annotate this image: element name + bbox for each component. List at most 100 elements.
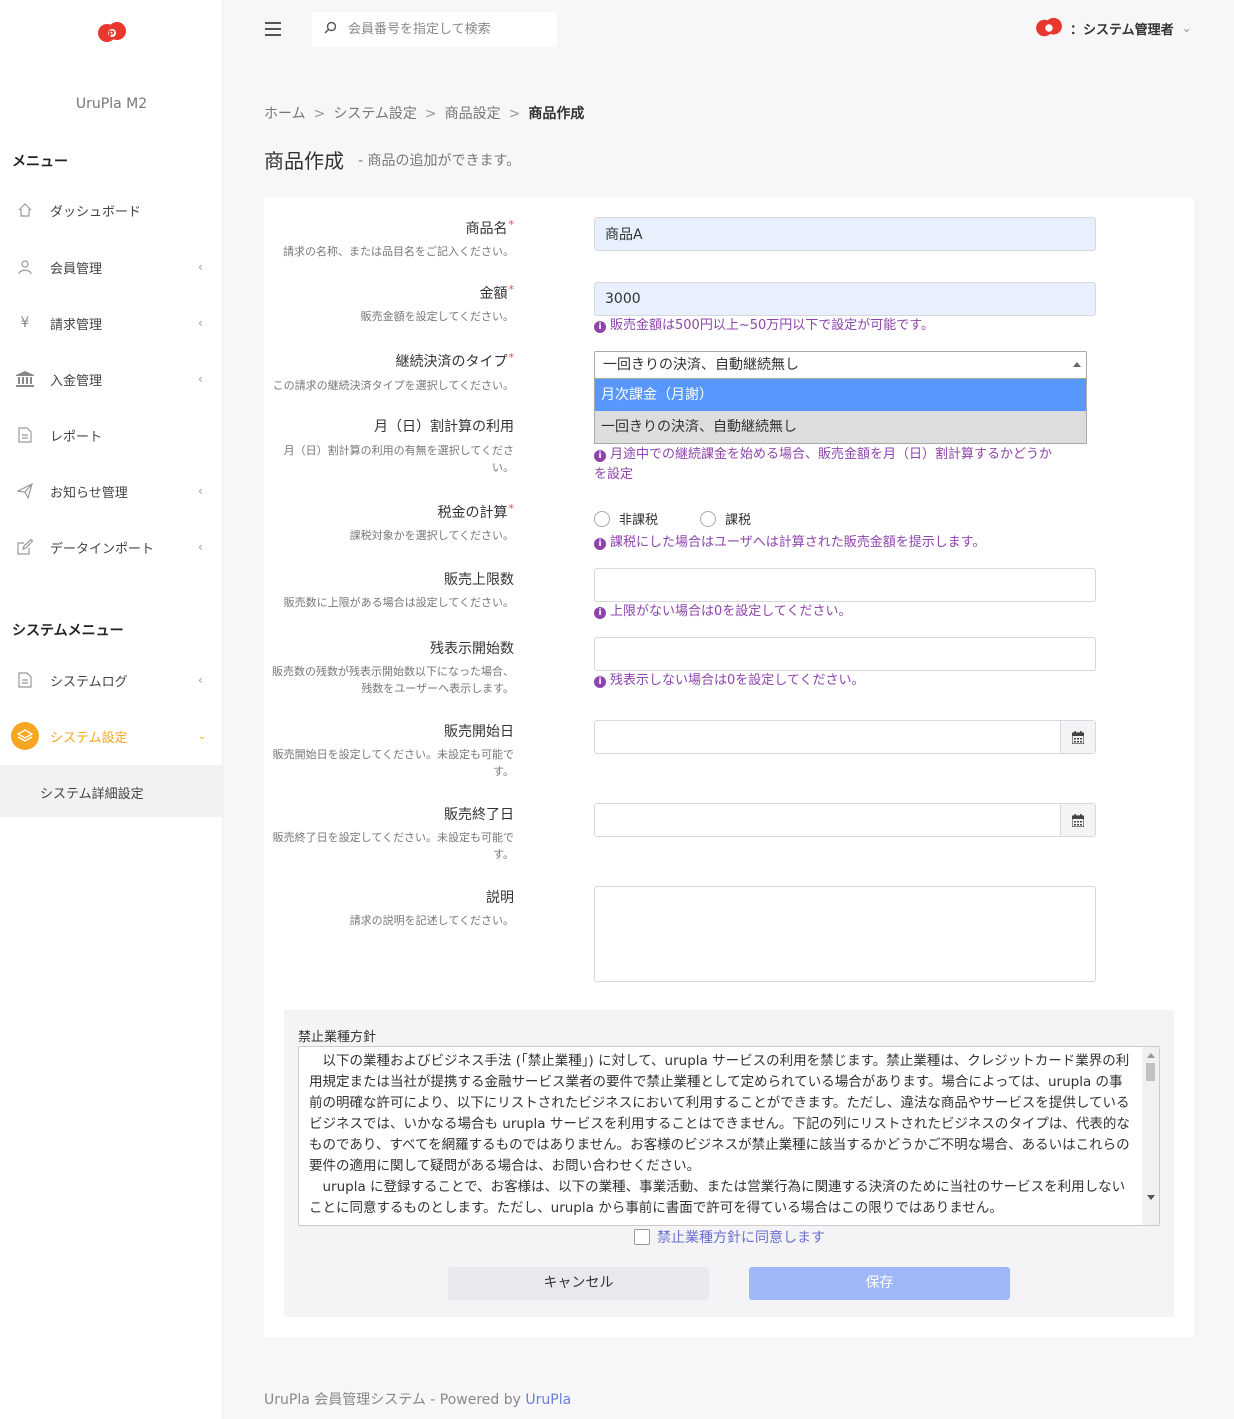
limit-label: 販売上限数 [444,572,514,588]
taxable-radio[interactable] [700,510,717,527]
save-button[interactable]: 保存 [749,1267,1010,1300]
sidebar-item-label: データインポート [50,541,155,557]
scroll-thumb[interactable] [1146,1063,1155,1081]
policy-agree-label: 禁止業種方針に同意します [657,1230,825,1246]
recurring-label: 継続決済のタイプ* [395,351,515,370]
sales-start-date-input[interactable] [594,720,1096,754]
policy-scrollbar[interactable] [1142,1047,1159,1225]
sidebar-item-import[interactable]: データインポート ‹ [0,527,223,567]
page-title: 商品作成 [264,149,344,173]
scroll-down-icon[interactable] [1147,1195,1155,1200]
sidebar-item-members[interactable]: 会員管理 ‹ [0,247,223,287]
chevron-down-icon: ⌄ [1181,21,1192,35]
breadcrumb-sep: > [313,106,326,122]
avatar [1036,17,1062,37]
policy-agree-checkbox[interactable] [634,1229,650,1245]
remain-hint: 販売数の残数が残表示開始数以下になった場合、 残数をユーザーへ表示します。 [272,665,514,695]
recurring-option-once[interactable]: 一回きりの決済、自動継続無し [595,411,1086,443]
sidebar-item-label: 請求管理 [50,317,103,333]
edit-icon [16,538,34,556]
chevron-left-icon: ‹ [198,260,203,274]
calendar-icon[interactable] [1060,804,1095,836]
sidebar-item-notices[interactable]: お知らせ管理 ‹ [0,471,223,511]
sales-limit-input[interactable] [594,568,1096,602]
tax-hint: 課税対象かを選択してください。 [349,529,514,542]
user-menu[interactable]: ：システム管理者 ⌄ [1034,16,1192,40]
chevron-left-icon: ‹ [198,673,203,687]
layers-icon [11,722,39,750]
breadcrumb-home[interactable]: ホーム [264,106,306,122]
document-icon [16,671,34,689]
sidebar-item-system-log[interactable]: システムログ ‹ [0,660,223,700]
recurring-hint: この請求の継続決済タイプを選択してください。 [272,379,514,392]
breadcrumb-product-settings[interactable]: 商品設定 [445,106,501,122]
info-icon: i [594,321,606,333]
sidebar-item-system-settings[interactable]: システム設定 ⌄ [0,716,223,756]
product-name-input[interactable] [594,217,1096,251]
scroll-up-icon[interactable] [1147,1053,1155,1058]
description-textarea[interactable] [594,886,1096,982]
user-icon [16,258,34,276]
breadcrumb-system-settings[interactable]: システム設定 [333,106,417,122]
price-hint: 販売金額を設定してください。 [360,310,514,323]
start-label: 販売開始日 [444,724,514,740]
chevron-left-icon: ‹ [198,372,203,386]
bank-icon [16,370,34,388]
remain-info: i 残表示しない場合は0を設定してください。 [594,671,865,691]
end-hint: 販売終了日を設定してください。未設定も可能で す。 [272,831,514,861]
system-menu-title: システムメニュー [12,623,124,639]
policy-agree[interactable]: 禁止業種方針に同意します [634,1227,825,1247]
name-hint: 請求の名称、または品目名をご記入ください。 [283,245,514,258]
end-label: 販売終了日 [444,807,514,823]
cancel-button[interactable]: キャンセル [448,1267,709,1300]
recurring-dropdown: 月次課金（月謝） 一回きりの決済、自動継続無し [594,378,1087,444]
name-label: 商品名* [465,218,515,237]
prorate-info: i 月途中での継続課金を始める場合、販売金額を月（日）割計算するかどうか を設定 [594,447,1053,482]
price-info: i 販売金額は500円以上~50万円以下で設定が可能です。 [594,316,934,336]
chevron-left-icon: ‹ [198,484,203,498]
desc-label: 説明 [486,890,514,906]
chevron-left-icon: ‹ [198,316,203,330]
search-icon [324,21,338,38]
price-input[interactable] [594,282,1096,316]
chevron-up-icon [1073,362,1081,367]
recurring-option-monthly[interactable]: 月次課金（月謝） [595,379,1086,411]
sidebar-item-payments[interactable]: 入金管理 ‹ [0,359,223,399]
sidebar-item-label: システム設定 [50,730,128,746]
hamburger-menu-icon[interactable] [265,22,281,36]
search-bar[interactable] [312,12,557,47]
send-icon [16,482,34,500]
sidebar-item-reports[interactable]: レポート [0,415,223,455]
recurring-selected-value: 一回きりの決済、自動継続無し [603,357,799,373]
chevron-down-icon: ⌄ [198,730,207,742]
calendar-icon[interactable] [1060,721,1095,753]
remain-display-input[interactable] [594,637,1096,671]
tax-radio-group: 非課税 課税 [594,509,751,528]
limit-hint: 販売数に上限がある場合は設定してください。 [283,596,514,609]
tax-info: i 課税にした場合はユーザへは計算された販売金額を提示します。 [594,533,985,553]
footer-link[interactable]: UruPla [525,1392,571,1408]
recurring-select[interactable]: 一回きりの決済、自動継続無し [594,351,1087,379]
prorate-label: 月（日）割計算の利用 [374,419,514,435]
search-input[interactable] [348,22,548,37]
brand-name: UruPla M2 [75,96,148,112]
svg-text:P: P [108,30,115,40]
menu-title: メニュー [12,154,68,170]
taxable-label: 課税 [725,513,752,528]
page-subtitle: - 商品の追加ができます。 [358,153,521,169]
policy-textbox[interactable]: 以下の業種およびビジネス手法 (「禁止業種」) に対して、urupla サービス… [298,1046,1160,1226]
sidebar-item-label: お知らせ管理 [50,485,128,501]
sidebar-item-dashboard[interactable]: ダッシュボード [0,190,223,230]
sidebar-item-billing[interactable]: ¥ 請求管理 ‹ [0,303,223,343]
sidebar-subitem-system-detail[interactable]: システム詳細設定 [40,783,144,802]
info-icon: i [594,450,606,462]
yen-icon: ¥ [20,315,30,331]
tax-label: 税金の計算* [437,502,515,521]
price-label: 金額* [479,283,515,302]
breadcrumb: ホーム > システム設定 > 商品設定 > 商品作成 [264,103,584,123]
breadcrumb-sep: > [508,106,521,122]
sales-end-date-input[interactable] [594,803,1096,837]
tax-exempt-radio[interactable] [594,510,610,527]
tax-exempt-label: 非課税 [619,513,659,528]
uruppla-logo-icon[interactable]: P [97,20,127,46]
